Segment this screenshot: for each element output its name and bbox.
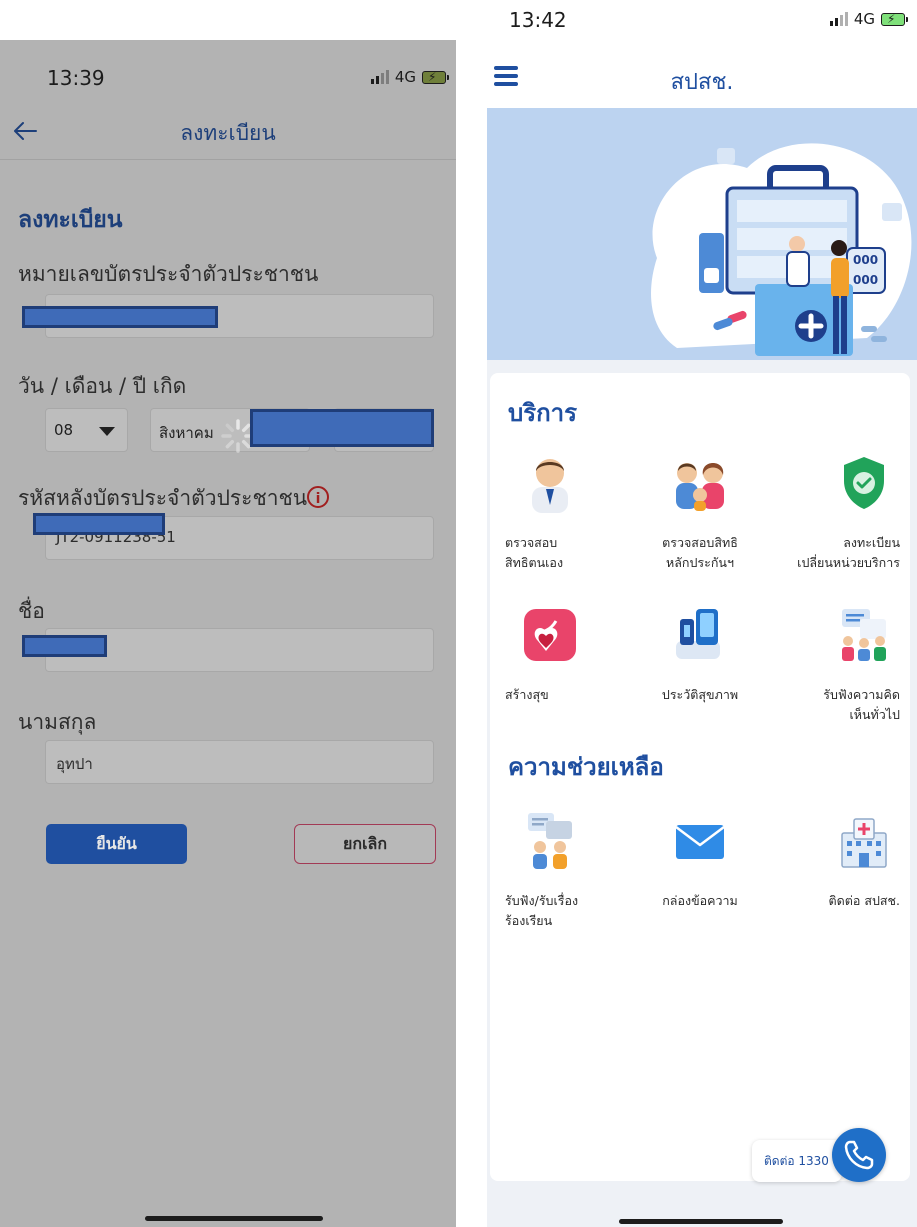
- contact-hotline-label[interactable]: ติดต่อ 1330: [752, 1140, 842, 1182]
- firstname-label: ชื่อ: [18, 599, 45, 623]
- lastname-field[interactable]: อุทปา: [45, 740, 434, 784]
- app-title: สปสช.: [670, 70, 734, 95]
- chat-people-icon: [528, 813, 572, 869]
- month-value: สิงหาคม: [159, 424, 214, 442]
- pharmacy-illustration: 000 000: [651, 143, 912, 356]
- battery-icon: ⚡: [881, 12, 908, 26]
- help-contact[interactable]: ติดต่อ สปสช.: [760, 811, 900, 911]
- hospital-icon: [841, 818, 887, 868]
- services-card: บริการ ตรวจสอบ สิทธิตนเอง ตรวจสอบสิทธิ ห…: [490, 373, 910, 1181]
- battery-icon: ⚡: [422, 70, 449, 84]
- lastname-value: อุทปา: [56, 755, 93, 773]
- service-label: ตรวจสอบสิทธิ หลักประกันฯ: [662, 535, 738, 570]
- status-time: 13:42: [509, 8, 567, 32]
- chevron-down-icon: [99, 427, 115, 436]
- svg-text:000: 000: [853, 273, 878, 287]
- confirm-button[interactable]: ยืนยัน: [46, 824, 187, 864]
- service-register[interactable]: ลงทะเบียน เปลี่ยนหน่วยบริการ: [760, 453, 900, 573]
- service-health-history[interactable]: ประวัติสุขภาพ: [630, 605, 770, 705]
- health-device-icon: [676, 609, 720, 659]
- id-number-label: หมายเลขบัตรประจำตัวประชาชน: [18, 262, 319, 286]
- call-button[interactable]: [832, 1128, 886, 1182]
- network-type: 4G: [853, 10, 875, 28]
- service-label: ตรวจสอบ สิทธิตนเอง: [505, 535, 564, 570]
- service-label: ลงทะเบียน เปลี่ยนหน่วยบริการ: [797, 535, 900, 570]
- service-label: สร้างสุข: [505, 687, 549, 702]
- network-type: 4G: [394, 68, 416, 86]
- redaction-box: [22, 306, 218, 328]
- redaction-box: [22, 635, 107, 657]
- card-back-label: รหัสหลังบัตรประจำตัวประชาชน: [18, 486, 308, 510]
- nav-bar: ลงทะเบียน: [0, 105, 456, 160]
- help-label: รับฟัง/รับเรื่อง ร้องเรียน: [505, 893, 579, 928]
- person-icon: [532, 459, 568, 513]
- cancel-button[interactable]: ยกเลิก: [294, 824, 436, 864]
- nav-title: ลงทะเบียน: [180, 121, 276, 145]
- form-title: ลงทะเบียน: [18, 207, 123, 233]
- lastname-label: นามสกุล: [18, 710, 97, 734]
- service-feedback[interactable]: รับฟังความคิด เห็นทั่วไป: [760, 605, 900, 722]
- help-label: ติดต่อ สปสช.: [828, 893, 900, 908]
- services-title: บริการ: [508, 399, 578, 427]
- info-icon[interactable]: i: [307, 486, 329, 508]
- registration-screen: 13:39 4G ⚡ ลงทะเบียน ลงทะเบียน หมายเลขบั…: [0, 40, 456, 1227]
- signal-icon: [829, 12, 848, 26]
- help-title: ความช่วยเหลือ: [508, 753, 664, 781]
- help-complaint[interactable]: รับฟัง/รับเรื่อง ร้องเรียน: [505, 811, 645, 941]
- help-label: กล่องข้อความ: [662, 893, 738, 908]
- day-select[interactable]: 08: [45, 408, 128, 452]
- status-indicators: 4G ⚡: [370, 68, 449, 86]
- phone-icon: [844, 1140, 874, 1170]
- signal-icon: [370, 70, 389, 84]
- service-label: ประวัติสุขภาพ: [661, 687, 739, 702]
- heart-ribbon-icon: [524, 609, 576, 661]
- service-label: รับฟังความคิด เห็นทั่วไป: [823, 687, 900, 722]
- service-check-coverage[interactable]: ตรวจสอบสิทธิ หลักประกันฯ: [630, 453, 770, 573]
- status-time: 13:39: [47, 66, 105, 90]
- shield-check-icon: [844, 457, 884, 509]
- home-indicator[interactable]: [619, 1219, 783, 1224]
- service-happiness[interactable]: สร้างสุข: [505, 605, 645, 705]
- nhso-home-screen: 13:42 4G ⚡ สปสช. 000 000 บริการ ตรวจสอบ …: [487, 0, 917, 1227]
- day-value: 08: [54, 421, 74, 439]
- envelope-icon: [675, 825, 725, 859]
- svg-text:000: 000: [853, 253, 878, 267]
- redaction-box: [250, 409, 434, 447]
- help-inbox[interactable]: กล่องข้อความ: [630, 811, 770, 911]
- status-indicators: 4G ⚡: [829, 10, 908, 28]
- service-check-self[interactable]: ตรวจสอบ สิทธิตนเอง: [505, 453, 645, 573]
- home-indicator[interactable]: [145, 1216, 323, 1221]
- redaction-box: [33, 513, 165, 535]
- meeting-icon: [842, 609, 886, 661]
- family-icon: [676, 463, 724, 511]
- pharmacy-banner: 000 000: [487, 108, 917, 360]
- dob-label: วัน / เดือน / ปี เกิด: [18, 374, 187, 398]
